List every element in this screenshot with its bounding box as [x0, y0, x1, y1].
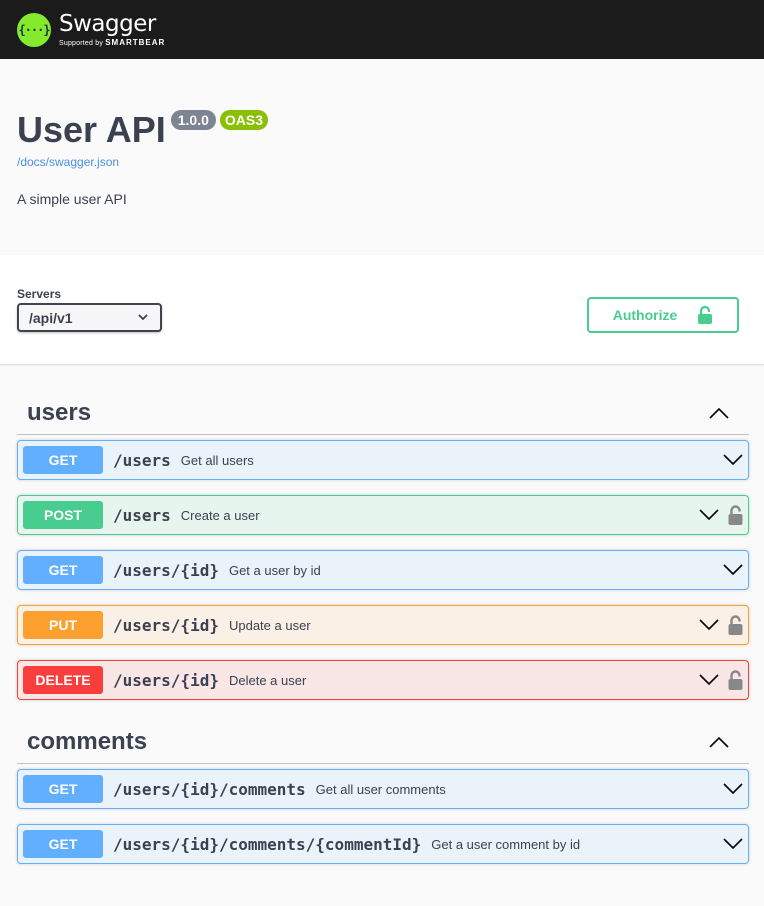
tag-header[interactable]: users — [17, 391, 749, 435]
expand-operation-button[interactable] — [699, 509, 719, 521]
expand-operation-button[interactable] — [723, 564, 743, 576]
operation-controls — [699, 670, 743, 690]
operation-put[interactable]: PUT/users/{id} Update a user — [17, 605, 749, 645]
chevron-down-icon — [723, 454, 743, 466]
chevron-down-icon — [723, 783, 743, 795]
logo-text: Swagger Supported by SMARTBEAR — [59, 10, 166, 47]
operation-path: /users — [113, 450, 171, 470]
method-badge: POST — [23, 501, 103, 529]
operation-controls — [723, 783, 743, 795]
version-badge: 1.0.0 — [170, 110, 216, 130]
operation-summary: Delete a user — [228, 672, 307, 688]
tag-section-comments: comments GET/users/{id}/comments Get all u… — [17, 720, 749, 864]
operation-path: /users/{id}/comments/{commentId} — [113, 834, 422, 854]
operation-authorize-button[interactable] — [728, 615, 743, 635]
chevron-down-icon — [723, 564, 743, 576]
servers-selected-value: /api/v1 — [29, 309, 73, 326]
servers-section: Servers /api/v1 — [17, 287, 162, 332]
expand-operation-button[interactable] — [723, 783, 743, 795]
chevron-down-icon — [699, 674, 719, 686]
method-badge: PUT — [23, 611, 103, 639]
expand-operation-button[interactable] — [699, 674, 719, 686]
chevron-down-icon — [138, 314, 148, 321]
lock-icon — [728, 615, 743, 635]
operation-get[interactable]: GET/users/{id}/comments/{commentId} Get a… — [17, 824, 749, 864]
chevron-up-icon — [709, 407, 729, 419]
operation-summary: Get all users — [180, 452, 254, 468]
tag-section-users: users GET/users Get all users POST/users Cre… — [17, 391, 749, 700]
operation-summary: Get all user comments — [315, 781, 446, 797]
unlocked-lock-icon — [698, 306, 713, 324]
operation-path: /users/{id} — [113, 560, 219, 580]
tag-collapse-toggle[interactable] — [709, 736, 729, 748]
lock-icon — [728, 670, 743, 690]
operation-controls — [723, 454, 743, 466]
operation-path: /users/{id} — [113, 670, 219, 690]
operation-delete[interactable]: DELETE/users/{id} Delete a user — [17, 660, 749, 700]
brand-name: Swagger — [59, 10, 156, 37]
operation-summary: Get a user by id — [228, 562, 321, 578]
operation-summary: Get a user comment by id — [431, 836, 581, 852]
operation-get[interactable]: GET/users/{id}/comments Get all user comm… — [17, 769, 749, 809]
api-title: User API — [17, 109, 166, 150]
api-description: A simple user API — [17, 191, 127, 207]
method-badge: GET — [23, 830, 103, 858]
method-badge: GET — [23, 446, 103, 474]
operation-path: /users/{id} — [113, 615, 219, 635]
chevron-down-icon — [699, 619, 719, 631]
lock-icon — [728, 505, 743, 525]
operation-authorize-button[interactable] — [728, 505, 743, 525]
swagger-logo-icon: {···} — [17, 12, 51, 47]
authorize-label: Authorize — [612, 307, 678, 323]
chevron-down-icon — [723, 838, 743, 850]
api-info: User API 1.0.0 OAS3 /docs/swagger.json A… — [0, 59, 764, 255]
expand-operation-button[interactable] — [699, 619, 719, 631]
operation-get[interactable]: GET/users/{id} Get a user by id — [17, 550, 749, 590]
spec-url-link[interactable]: /docs/swagger.json — [17, 155, 747, 169]
expand-operation-button[interactable] — [723, 838, 743, 850]
operation-get[interactable]: GET/users Get all users — [17, 440, 749, 480]
method-badge: DELETE — [23, 666, 103, 694]
badges: 1.0.0 OAS3 — [170, 110, 272, 130]
tagline-prefix: Supported by — [59, 39, 104, 47]
servers-label: Servers — [17, 287, 62, 301]
operations: users GET/users Get all users POST/users Cre… — [0, 391, 764, 864]
tag-name: comments — [27, 727, 148, 755]
tag-header[interactable]: comments — [17, 720, 749, 764]
servers-select[interactable]: /api/v1 — [17, 303, 162, 332]
operation-controls — [699, 505, 743, 525]
operation-controls — [699, 615, 743, 635]
tagline-brand: SMARTBEAR — [105, 37, 166, 47]
brand-tagline: Supported by SMARTBEAR — [59, 37, 166, 47]
operation-authorize-button[interactable] — [728, 670, 743, 690]
chevron-down-icon — [699, 509, 719, 521]
authorize-button[interactable]: Authorize — [587, 297, 739, 333]
operation-summary: Create a user — [180, 507, 260, 523]
topbar: {···} Swagger Supported by SMARTBEAR — [0, 0, 764, 59]
chevron-up-icon — [709, 736, 729, 748]
title-row: User API 1.0.0 OAS3 — [17, 108, 747, 152]
operation-post[interactable]: POST/users Create a user — [17, 495, 749, 535]
tag-name: users — [27, 398, 92, 426]
tag-collapse-toggle[interactable] — [709, 407, 729, 419]
operation-summary: Update a user — [228, 617, 311, 633]
operation-controls — [723, 564, 743, 576]
oas-badge: OAS3 — [219, 110, 268, 130]
operation-controls — [723, 838, 743, 850]
method-badge: GET — [23, 775, 103, 803]
scheme-container: Servers /api/v1 Authorize — [0, 255, 764, 364]
expand-operation-button[interactable] — [723, 454, 743, 466]
method-badge: GET — [23, 556, 103, 584]
operation-path: /users — [113, 505, 171, 525]
operation-path: /users/{id}/comments — [113, 779, 306, 799]
swagger-logo[interactable]: {···} Swagger Supported by SMARTBEAR — [17, 10, 166, 47]
